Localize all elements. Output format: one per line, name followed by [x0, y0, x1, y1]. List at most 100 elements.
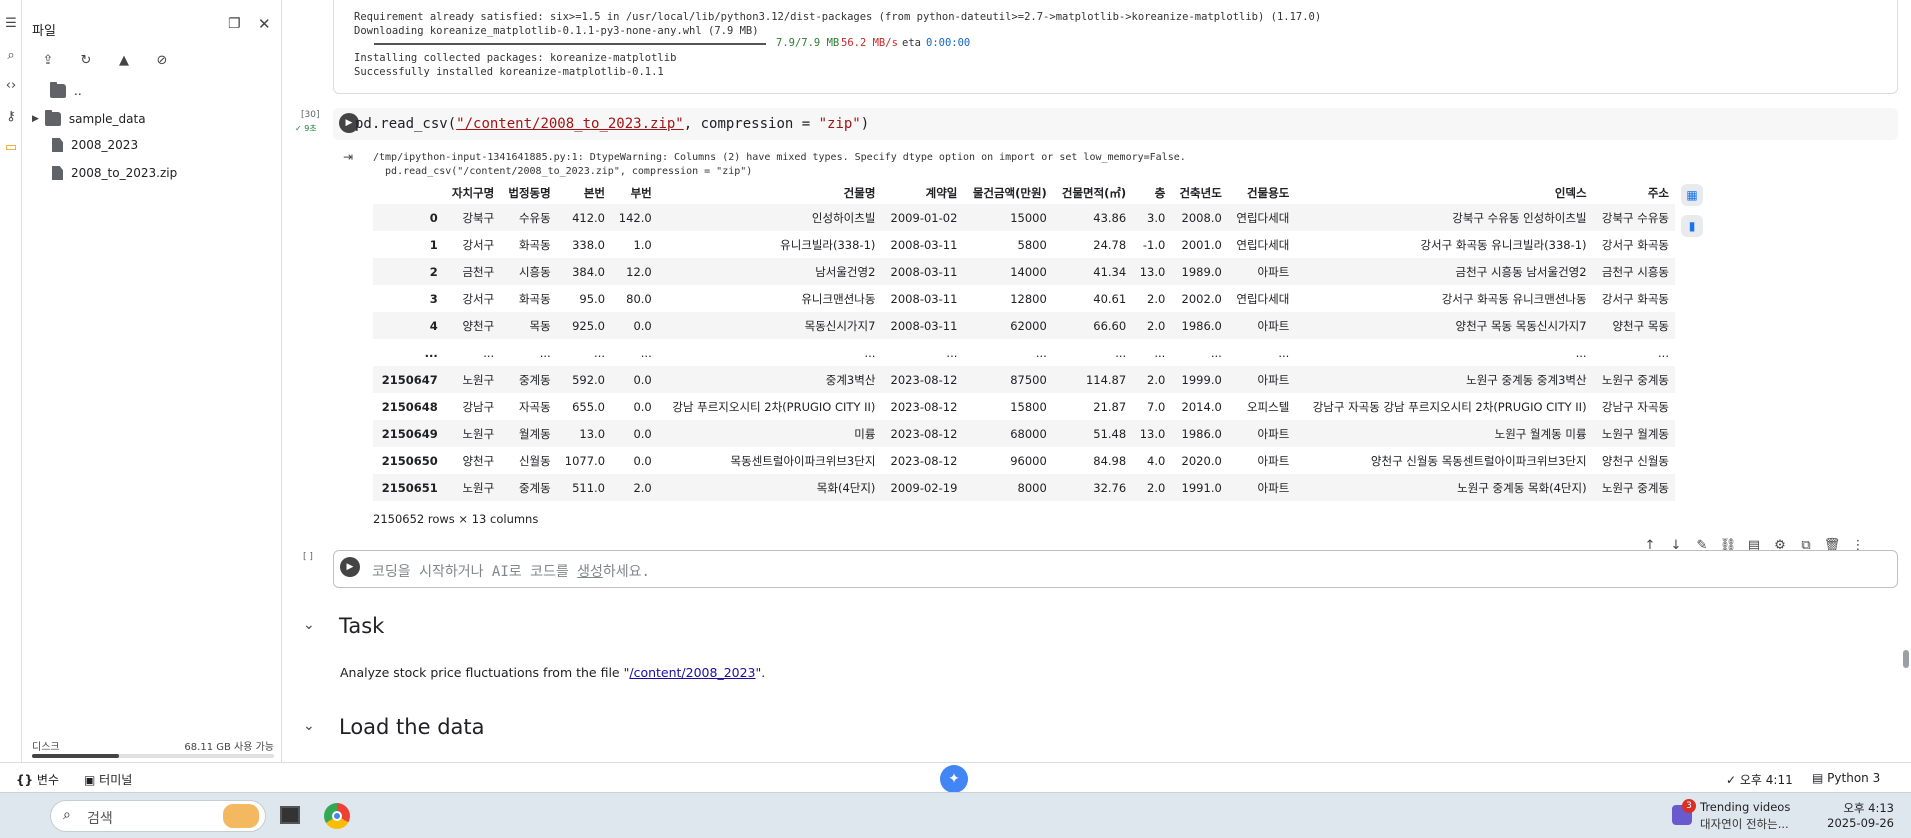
taskbar-search[interactable]: ⌕ 검색	[50, 800, 266, 832]
table-cell: 금천구 시흥동 남서울건영2	[1455, 264, 1587, 279]
table-cell: 아파트	[1257, 480, 1290, 495]
gemini-icon[interactable]: ✦	[940, 765, 968, 793]
table-row: 2150647 노원구 중계동 592.0 0.0 중계3벽산 2023-08-12 8750…	[373, 366, 1675, 393]
tree-item-label: 2008_2023	[71, 138, 139, 152]
table-cell: 2.0	[633, 480, 652, 495]
news-subtitle[interactable]: 대자연이 전하는...	[1700, 816, 1789, 832]
key-icon[interactable]: ⚷	[2, 107, 20, 125]
table-cell: 노원구	[462, 372, 495, 387]
code-snippets-icon[interactable]: ‹›	[2, 76, 20, 94]
dataframe-table: 자치구명 법정동명 본번 부번 건물명 계약일 물건금액(만원) 건물면적(㎡) 층 건축년도 건물…	[373, 182, 1675, 501]
section-title-load: Load the data	[339, 715, 485, 739]
run-cell-button[interactable]: ▶	[340, 557, 360, 577]
file-icon	[52, 138, 63, 152]
task-text: Analyze stock price fluctuations from th…	[340, 665, 630, 680]
scrollbar-thumb[interactable]	[1903, 650, 1909, 668]
table-cell: 66.60	[1093, 318, 1127, 333]
saved-status: ✓ 오후 4:11	[1726, 773, 1793, 787]
toc-icon[interactable]: ☰	[2, 14, 20, 32]
refresh-icon[interactable]: ↻	[76, 50, 96, 70]
table-cell: 미륭	[854, 426, 876, 441]
clock-date[interactable]: 2025-09-26	[1820, 816, 1894, 830]
dtype-warning: pd.read_csv("/content/2008_to_2023.zip",…	[373, 166, 753, 177]
tree-item-sample-data[interactable]: ▶ sample_data	[32, 108, 146, 130]
table-row: 1 강서구 화곡동 338.0 1.0 유니크빌라(338-1) 2008-03-11 580…	[373, 231, 1675, 258]
table-cell: 강서구 화곡동 유니크맨션나동	[1441, 291, 1587, 306]
generate-link[interactable]: 생성	[577, 564, 603, 580]
table-row: 3 강서구 화곡동 95.0 80.0 유니크맨션나동 2008-03-11 12800 40.…	[373, 285, 1675, 312]
table-cell: 32.76	[1093, 480, 1127, 495]
code-line[interactable]: pd.read_csv("/content/2008_to_2023.zip",…	[355, 116, 869, 132]
news-title[interactable]: Trending videos	[1700, 800, 1790, 814]
upload-icon[interactable]: ⇪	[38, 50, 58, 70]
table-cell: 5800	[1017, 237, 1047, 252]
folder-icon[interactable]: ▭	[2, 138, 20, 156]
hide-files-icon[interactable]: ⊘	[152, 50, 172, 70]
runtime-icon: ▤	[1812, 771, 1824, 785]
row-index: 2150648	[381, 399, 438, 414]
terminal-button[interactable]: ▣ 터미널	[84, 771, 132, 788]
table-row: ........................................…	[373, 339, 1675, 366]
code-cell[interactable]: ▶ pd.read_csv("/content/2008_to_2023.zip…	[333, 108, 1898, 140]
task-text: ".	[755, 665, 766, 680]
table-cell: 68000	[1010, 426, 1047, 441]
collapse-chevron-icon[interactable]: ⌄	[303, 718, 315, 734]
table-cell: 384.0	[572, 264, 606, 279]
runtime-status[interactable]: ▤ Python 3	[1812, 771, 1880, 785]
table-cell: 12800	[1010, 291, 1047, 306]
pip-output-line: Installing collected packages: koreanize…	[354, 52, 677, 64]
table-cell: 925.0	[572, 318, 606, 333]
table-cell: 0.0	[633, 318, 652, 333]
empty-code-cell[interactable]: ▶ 코딩을 시작하거나 AI로 코드를 생성하세요.	[333, 550, 1898, 588]
clock-time[interactable]: 오후 4:13	[1830, 800, 1894, 816]
convert-table-icon[interactable]: ▦	[1681, 184, 1703, 206]
table-cell: 2009-02-19	[890, 480, 958, 495]
table-cell: 95.0	[579, 291, 606, 306]
table-cell: 인성하이츠빌	[811, 210, 876, 225]
cell-placeholder[interactable]: 코딩을 시작하거나 AI로 코드를 생성하세요.	[372, 561, 650, 581]
row-index: 3	[429, 291, 438, 306]
collapse-chevron-icon[interactable]: ⌄	[303, 617, 315, 633]
placeholder-text: 코딩을 시작하거나 AI로 코드를	[372, 564, 578, 580]
tree-item-parent[interactable]: ..	[50, 80, 82, 102]
table-cell: ...	[946, 345, 958, 360]
search-icon[interactable]: ⌕	[2, 46, 20, 64]
row-index: 2150650	[381, 453, 438, 468]
table-cell: 2008-03-11	[890, 318, 958, 333]
expand-arrow-icon[interactable]: ▶	[32, 114, 39, 124]
task-description: Analyze stock price fluctuations from th…	[340, 665, 765, 680]
table-cell: 12.0	[626, 264, 652, 279]
disk-usage-text: 68.11 GB 사용 가능	[184, 742, 274, 753]
table-cell: 노원구 중계동 목화(4단지)	[1457, 480, 1587, 495]
mount-drive-icon[interactable]: ▲	[114, 50, 134, 70]
table-cell: 화곡동	[518, 237, 551, 252]
column-header: 인덱스	[1554, 186, 1587, 200]
chrome-icon[interactable]	[324, 803, 350, 829]
code-token: , compression =	[683, 116, 819, 132]
file-link[interactable]: /content/2008_2023	[629, 665, 755, 680]
tree-item-label: 2008_to_2023.zip	[71, 166, 178, 180]
close-icon[interactable]: ✕	[258, 15, 271, 33]
tree-item-2008-2023[interactable]: 2008_2023	[52, 134, 138, 156]
column-header: 부번	[630, 186, 652, 200]
tree-item-zip[interactable]: 2008_to_2023.zip	[52, 162, 177, 184]
open-in-tab-icon[interactable]: ❐	[228, 16, 241, 32]
table-cell: 연립다세대	[1236, 291, 1290, 306]
task-view-icon[interactable]	[280, 806, 300, 824]
notification-badge: 3	[1682, 799, 1696, 813]
table-cell: 142.0	[618, 210, 652, 225]
column-header: 건축년도	[1179, 186, 1222, 200]
table-row: 2150649 노원구 월계동 13.0 0.0 미륭 2023-08-12 68000 51.…	[373, 420, 1675, 447]
table-cell: 84.98	[1093, 453, 1127, 468]
table-cell: ...	[1658, 345, 1669, 360]
pip-output-line: Downloading koreanize_matplotlib-0.1.1-p…	[354, 25, 759, 37]
download-eta-label: eta	[902, 37, 921, 49]
variables-button[interactable]: {} 변수	[16, 771, 59, 788]
windows-start-icon[interactable]	[12, 805, 34, 827]
table-cell: 2.0	[1147, 480, 1166, 495]
column-header	[373, 182, 444, 204]
table-cell: 강북구 수유동	[1601, 210, 1669, 225]
suggest-chart-icon[interactable]: ▮	[1681, 215, 1703, 237]
table-cell: 양천구	[462, 318, 495, 333]
output-toggle-icon[interactable]: ⇥	[343, 150, 353, 164]
